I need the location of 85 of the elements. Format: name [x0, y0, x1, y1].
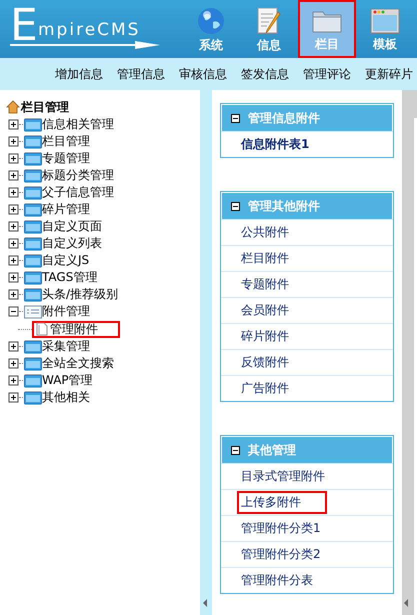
folder-icon — [24, 168, 42, 182]
toolbar-link[interactable]: 增加信息 — [55, 66, 103, 82]
tree-item[interactable]: 自定义JS — [6, 252, 200, 269]
plus-icon[interactable] — [8, 204, 19, 215]
panel-link[interactable]: 栏目附件 — [237, 247, 315, 270]
arrow-icon — [10, 40, 160, 50]
panel-link[interactable]: 碎片附件 — [237, 325, 315, 348]
plus-icon[interactable] — [8, 341, 19, 352]
logo-text: mpireCMS — [38, 20, 140, 40]
folder-icon — [24, 220, 42, 234]
tree-item[interactable]: 管理附件 — [32, 320, 120, 338]
folder-icon — [24, 202, 42, 216]
toolbar-link[interactable]: 管理信息 — [117, 66, 165, 82]
folder-icon — [24, 374, 42, 388]
plus-icon[interactable] — [8, 238, 19, 249]
tree-item[interactable]: WAP管理 — [6, 372, 200, 389]
scroll-left-icon[interactable] — [203, 599, 207, 607]
folder-icon — [24, 340, 42, 354]
tree-item[interactable]: 自定义列表 — [6, 235, 200, 252]
folder-icon — [24, 152, 42, 166]
folder-icon — [24, 288, 42, 302]
folder-icon — [24, 390, 42, 404]
tree-item[interactable]: 信息相关管理 — [6, 116, 200, 133]
plus-icon[interactable] — [8, 392, 19, 403]
toolbar-link[interactable]: 管理评论 — [303, 66, 351, 82]
plus-icon[interactable] — [8, 255, 19, 266]
plus-icon[interactable] — [8, 289, 19, 300]
plus-icon[interactable] — [8, 136, 19, 147]
folder-icon — [24, 254, 42, 268]
folder-icon — [24, 134, 42, 148]
folder-icon — [24, 186, 42, 200]
toolbar-link[interactable]: 签发信息 — [241, 66, 289, 82]
home-icon — [6, 100, 20, 114]
plus-icon[interactable] — [8, 119, 19, 130]
tree-title: 栏目管理 — [21, 98, 69, 116]
panel-title: 管理其他附件 — [248, 198, 320, 214]
tree-item[interactable]: 栏目管理 — [6, 133, 200, 150]
tree-item[interactable]: 父子信息管理 — [6, 184, 200, 201]
plus-icon[interactable] — [8, 358, 19, 369]
panel-link[interactable]: 上传多附件 — [237, 491, 327, 514]
tree-item[interactable]: 碎片管理 — [6, 201, 200, 218]
tree-item[interactable]: 标题分类管理 — [6, 167, 200, 184]
panel-link[interactable]: 目录式管理附件 — [237, 465, 351, 488]
panel-link[interactable]: 广告附件 — [237, 377, 315, 400]
panel-link[interactable]: 信息附件表1 — [237, 133, 336, 156]
collapse-icon[interactable] — [231, 202, 240, 210]
panel-link[interactable]: 管理附件分类1 — [237, 517, 347, 540]
folder-icon — [24, 356, 42, 370]
tree-item[interactable]: 头条/推荐级别 — [6, 286, 200, 303]
panel-link[interactable]: 反馈附件 — [237, 351, 315, 374]
panel-link[interactable]: 会员附件 — [237, 299, 315, 322]
panel-title: 管理信息附件 — [248, 110, 320, 126]
list-icon — [24, 304, 42, 318]
plus-icon[interactable] — [8, 272, 19, 283]
globe-icon — [196, 6, 226, 36]
document-icon — [36, 322, 48, 336]
plus-icon[interactable] — [8, 153, 19, 164]
panel-link[interactable]: 专题附件 — [237, 273, 315, 296]
tree-item[interactable]: 全站全文搜索 — [6, 355, 200, 372]
collapse-icon[interactable] — [231, 114, 240, 122]
plus-icon[interactable] — [8, 187, 19, 198]
window-icon — [370, 7, 400, 35]
tree-item[interactable]: 采集管理 — [6, 338, 200, 355]
folder-icon — [24, 118, 42, 132]
tree-item[interactable]: TAGS管理 — [6, 269, 200, 286]
toolbar-link[interactable]: 审核信息 — [179, 66, 227, 82]
plus-icon[interactable] — [8, 375, 19, 386]
toolbar-link[interactable]: 更新碎片 — [365, 66, 413, 82]
plus-icon[interactable] — [8, 221, 19, 232]
plus-icon[interactable] — [8, 170, 19, 181]
tree-item[interactable]: 专题管理 — [6, 150, 200, 167]
scroll-left-icon[interactable] — [404, 599, 408, 607]
logo-initial: E — [10, 4, 38, 48]
tree-item[interactable]: 附件管理 — [6, 303, 200, 320]
panel-link[interactable]: 管理附件分表 — [237, 569, 339, 592]
tree-item[interactable]: 自定义页面 — [6, 218, 200, 235]
panel-link[interactable]: 管理附件分类2 — [237, 543, 347, 566]
folder-icon — [24, 270, 42, 284]
panel-link[interactable]: 公共附件 — [237, 221, 315, 244]
menu-tab[interactable]: 信息 — [240, 0, 298, 58]
folder-icon — [24, 236, 42, 250]
panel-title: 其他管理 — [248, 442, 296, 458]
tree-item[interactable]: 其他相关 — [6, 389, 200, 406]
minus-icon[interactable] — [8, 306, 19, 317]
collapse-icon[interactable] — [231, 446, 240, 454]
